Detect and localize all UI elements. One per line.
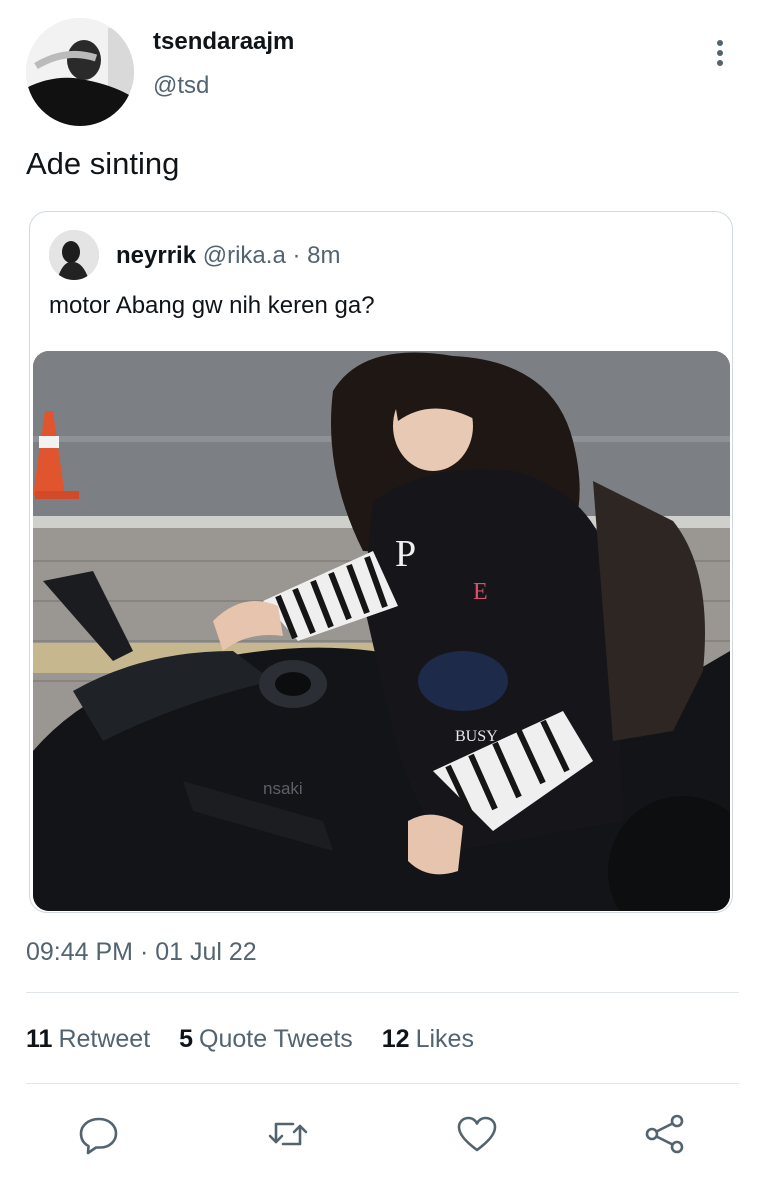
shirt-print-text-1: P <box>395 533 416 575</box>
author-handle[interactable]: @tsd <box>153 72 209 100</box>
stat-likes-label: Likes <box>415 1025 474 1053</box>
quoted-separator: · <box>292 242 301 269</box>
shirt-print-text-2: E <box>473 579 488 605</box>
photo-girl-on-motorcycle: nsaki P E BUSY <box>33 351 730 911</box>
divider-top <box>26 992 739 993</box>
engagement-stats: 11 Retweet 5 Quote Tweets 12 Likes <box>26 1025 496 1054</box>
author-avatar[interactable] <box>26 18 134 126</box>
quoted-handle[interactable]: @rika.a <box>203 242 286 269</box>
stat-quote-tweets-label: Quote Tweets <box>199 1025 353 1053</box>
quoted-tweet-header: neyrrik @rika.a · 8m <box>116 242 340 270</box>
stat-retweets-label: Retweet <box>58 1025 151 1053</box>
reply-icon[interactable] <box>77 1112 121 1156</box>
stat-retweets[interactable]: 11 Retweet <box>26 1025 150 1054</box>
divider-bottom <box>26 1083 739 1084</box>
share-icon[interactable] <box>643 1112 687 1156</box>
more-options-icon[interactable] <box>709 40 731 70</box>
quoted-tweet-text: motor Abang gw nih keren ga? <box>49 292 375 319</box>
like-icon[interactable] <box>455 1112 499 1156</box>
tweet-text: Ade sinting <box>26 146 180 181</box>
quoted-author-avatar[interactable] <box>49 230 99 280</box>
quoted-time-ago: 8m <box>307 242 341 269</box>
tweet-timestamp[interactable]: 09:44 PM · 01 Jul 22 <box>26 938 257 967</box>
stat-likes[interactable]: 12 Likes <box>382 1025 474 1054</box>
author-display-name[interactable]: tsendaraajm <box>153 28 294 56</box>
avatar-image <box>26 18 134 126</box>
quoted-tweet-photo[interactable]: nsaki P E BUSY <box>33 351 730 911</box>
retweet-icon[interactable] <box>266 1112 310 1156</box>
stat-retweets-count: 11 <box>26 1025 53 1053</box>
tank-brand-text: nsaki <box>263 779 303 798</box>
stat-likes-count: 12 <box>381 1025 410 1053</box>
quoted-display-name[interactable]: neyrrik <box>116 242 196 269</box>
stat-quote-tweets[interactable]: 5 Quote Tweets <box>179 1025 353 1054</box>
stat-quote-tweets-count: 5 <box>179 1025 194 1053</box>
quoted-tweet-card[interactable]: neyrrik @rika.a · 8m motor Abang gw nih … <box>29 211 733 913</box>
quoted-avatar-image <box>49 230 99 280</box>
shirt-print-text-3: BUSY <box>455 728 498 745</box>
